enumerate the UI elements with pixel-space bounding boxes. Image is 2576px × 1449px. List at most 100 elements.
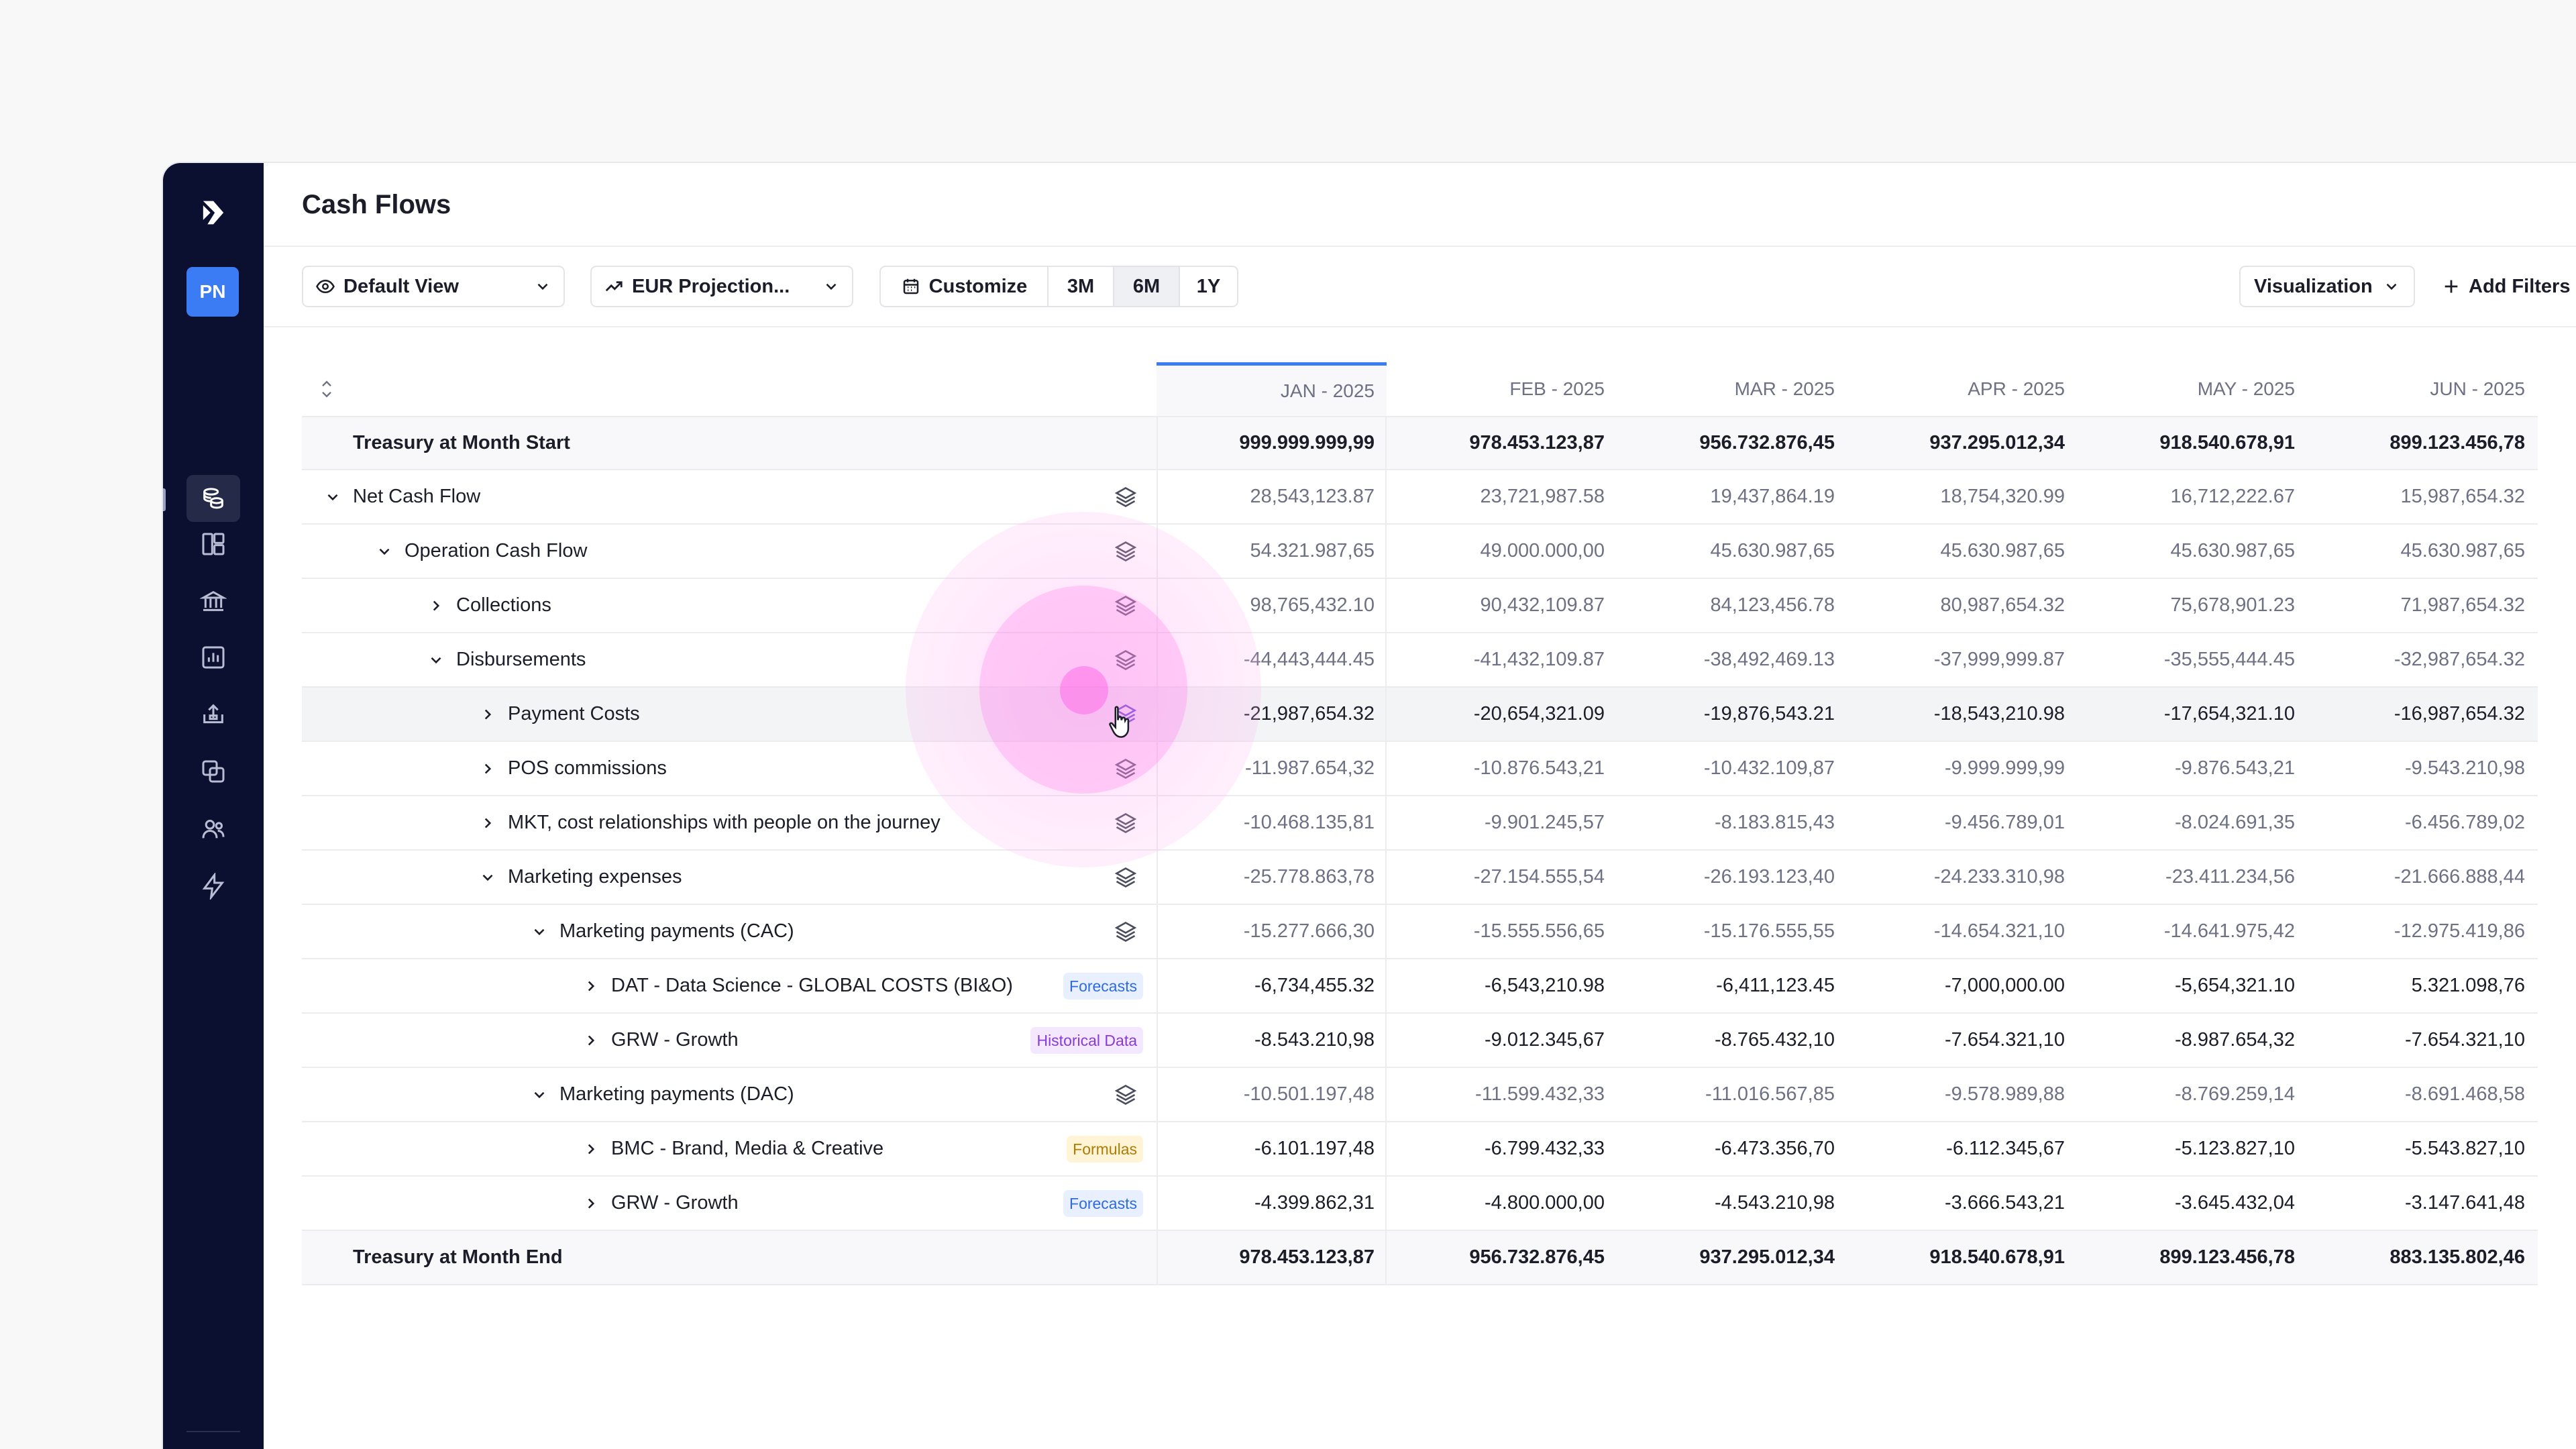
table-cell[interactable]: -9.543.210,98 xyxy=(2307,742,2537,795)
table-cell[interactable]: -5,654,321.10 xyxy=(2077,959,2307,1012)
table-cell[interactable]: -6.456.789,02 xyxy=(2307,796,2537,849)
table-cell[interactable]: 90,432,109.87 xyxy=(1387,579,1617,632)
table-cell[interactable]: -10.876.543,21 xyxy=(1387,742,1617,795)
sidebar-item-copy[interactable] xyxy=(186,748,240,795)
table-cell[interactable]: 45.630.987,65 xyxy=(2077,525,2307,578)
table-cell[interactable]: -37,999,999.87 xyxy=(1847,633,2077,686)
table-cell[interactable]: -11.987.654,32 xyxy=(1157,742,1387,795)
sidebar-item-upload[interactable] xyxy=(186,691,240,738)
table-cell[interactable]: -15.176.555,55 xyxy=(1617,905,1847,958)
table-cell[interactable]: -32,987,654.32 xyxy=(2307,633,2537,686)
table-cell[interactable]: -10.468.135,81 xyxy=(1157,796,1387,849)
table-cell[interactable]: -17,654,321.10 xyxy=(2077,688,2307,741)
table-cell[interactable]: 49.000.000,00 xyxy=(1387,525,1617,578)
table-row[interactable]: DAT - Data Science - GLOBAL COSTS (BI&O)… xyxy=(302,959,2538,1014)
table-cell[interactable]: -6.799.432,33 xyxy=(1387,1122,1617,1175)
layers-icon[interactable] xyxy=(1114,920,1138,944)
chevron-down-icon[interactable] xyxy=(376,543,393,560)
table-row[interactable]: GRW - Growth Historical Data -8.543.210,98… xyxy=(302,1014,2538,1068)
table-cell[interactable]: -9.876.543,21 xyxy=(2077,742,2307,795)
chevron-right-icon[interactable] xyxy=(479,706,496,723)
table-cell[interactable]: 19,437,864.19 xyxy=(1617,470,1847,523)
table-cell[interactable]: 918.540.678,91 xyxy=(1847,1231,2077,1284)
layers-icon[interactable] xyxy=(1114,648,1138,672)
column-header-1[interactable]: FEB - 2025 xyxy=(1387,362,1617,416)
table-cell[interactable]: 956.732.876,45 xyxy=(1387,1231,1617,1284)
table-cell[interactable]: -8.543.210,98 xyxy=(1157,1014,1387,1067)
chevron-down-icon[interactable] xyxy=(531,923,548,941)
table-cell[interactable]: -6.112.345,67 xyxy=(1847,1122,2077,1175)
table-cell[interactable]: -9.999.999,99 xyxy=(1847,742,2077,795)
table-cell[interactable]: 937.295.012,34 xyxy=(1847,417,2077,469)
table-cell[interactable]: 15,987,654.32 xyxy=(2307,470,2537,523)
table-cell[interactable]: -27.154.555,54 xyxy=(1387,851,1617,904)
table-cell[interactable]: 937.295.012,34 xyxy=(1617,1231,1847,1284)
table-cell[interactable]: 75,678,901.23 xyxy=(2077,579,2307,632)
table-cell[interactable]: -20,654,321.09 xyxy=(1387,688,1617,741)
sidebar-item-reports[interactable] xyxy=(186,634,240,681)
table-cell[interactable]: -7.654.321,10 xyxy=(1847,1014,2077,1067)
chevron-right-icon[interactable] xyxy=(479,760,496,777)
table-cell[interactable]: -3.147.641,48 xyxy=(2307,1177,2537,1230)
table-cell[interactable]: -16,987,654.32 xyxy=(2307,688,2537,741)
visualization-dropdown[interactable]: Visualization xyxy=(2239,266,2415,307)
table-cell[interactable]: 16,712,222.67 xyxy=(2077,470,2307,523)
sort-icon[interactable] xyxy=(317,377,337,401)
column-header-4[interactable]: MAY - 2025 xyxy=(2077,362,2307,416)
table-cell[interactable]: 28,543,123.87 xyxy=(1157,470,1387,523)
chevron-right-icon[interactable] xyxy=(427,597,445,614)
sidebar-item-dashboard[interactable] xyxy=(186,521,240,568)
table-cell[interactable]: -8.024.691,35 xyxy=(2077,796,2307,849)
table-cell[interactable]: -11.016.567,85 xyxy=(1617,1068,1847,1121)
sidebar-item-automations[interactable] xyxy=(186,863,240,910)
range-1y-button[interactable]: 1Y xyxy=(1180,267,1237,306)
column-header-0[interactable]: JAN - 2025 xyxy=(1157,362,1387,416)
table-cell[interactable]: -4.800.000,00 xyxy=(1387,1177,1617,1230)
table-cell[interactable]: 54.321.987,65 xyxy=(1157,525,1387,578)
avatar[interactable]: PN xyxy=(186,267,239,317)
table-cell[interactable]: -41,432,109.87 xyxy=(1387,633,1617,686)
chevron-right-icon[interactable] xyxy=(582,977,600,995)
table-cell[interactable]: -14.641.975,42 xyxy=(2077,905,2307,958)
table-cell[interactable]: -8.987.654,32 xyxy=(2077,1014,2307,1067)
table-row[interactable]: Payment Costs -21,987,654.32 -20,654,321.0… xyxy=(302,688,2538,742)
table-cell[interactable]: -5.543.827,10 xyxy=(2307,1122,2537,1175)
projection-dropdown[interactable]: EUR Projection... xyxy=(590,266,853,307)
table-row[interactable]: GRW - Growth Forecasts -4.399.862,31 -4.800… xyxy=(302,1177,2538,1231)
sidebar-item-bank[interactable] xyxy=(186,578,240,625)
layers-icon[interactable] xyxy=(1114,594,1138,618)
sidebar-item-cash-flows[interactable] xyxy=(186,475,240,522)
table-cell[interactable]: -7.654.321,10 xyxy=(2307,1014,2537,1067)
table-cell[interactable]: 883.135.802,46 xyxy=(2307,1231,2537,1284)
table-cell[interactable]: -23.411.234,56 xyxy=(2077,851,2307,904)
table-cell[interactable]: 956.732.876,45 xyxy=(1617,417,1847,469)
view-dropdown[interactable]: Default View xyxy=(302,266,565,307)
table-cell[interactable]: 978.453.123,87 xyxy=(1157,1231,1387,1284)
add-filters-button[interactable]: Add Filters xyxy=(2442,266,2570,307)
table-cell[interactable]: 978.453.123,87 xyxy=(1387,417,1617,469)
table-cell[interactable]: -6,543,210.98 xyxy=(1387,959,1617,1012)
table-row[interactable]: POS commissions -11.987.654,32 -10.876.543… xyxy=(302,742,2538,796)
table-cell[interactable]: -6,734,455.32 xyxy=(1157,959,1387,1012)
sidebar-item-users[interactable] xyxy=(186,806,240,853)
table-cell[interactable]: -25.778.863,78 xyxy=(1157,851,1387,904)
table-cell[interactable]: -15.555.556,65 xyxy=(1387,905,1617,958)
table-row[interactable]: Operation Cash Flow 54.321.987,65 49.000.0… xyxy=(302,525,2538,579)
layers-icon[interactable] xyxy=(1114,865,1138,890)
table-cell[interactable]: 80,987,654.32 xyxy=(1847,579,2077,632)
table-cell[interactable]: -21.666.888,44 xyxy=(2307,851,2537,904)
table-cell[interactable]: -9.456.789,01 xyxy=(1847,796,2077,849)
table-row[interactable]: Collections 98,765,432.10 90,432,109.87 84,… xyxy=(302,579,2538,633)
table-cell[interactable]: 5.321.098,76 xyxy=(2307,959,2537,1012)
table-cell[interactable]: -10.432.109,87 xyxy=(1617,742,1847,795)
table-row[interactable]: Marketing payments (CAC) -15.277.666,30 -1… xyxy=(302,905,2538,959)
chevron-right-icon[interactable] xyxy=(582,1195,600,1212)
table-cell[interactable]: -8.769.259,14 xyxy=(2077,1068,2307,1121)
table-row[interactable]: Treasury at Month End 978.453.123,87 956.7… xyxy=(302,1231,2538,1285)
table-cell[interactable]: 45.630.987,65 xyxy=(1617,525,1847,578)
table-cell[interactable]: -7,000,000.00 xyxy=(1847,959,2077,1012)
table-cell[interactable]: -6.101.197,48 xyxy=(1157,1122,1387,1175)
chevron-down-icon[interactable] xyxy=(324,488,341,506)
table-cell[interactable]: -24.233.310,98 xyxy=(1847,851,2077,904)
table-cell[interactable]: -9.578.989,88 xyxy=(1847,1068,2077,1121)
